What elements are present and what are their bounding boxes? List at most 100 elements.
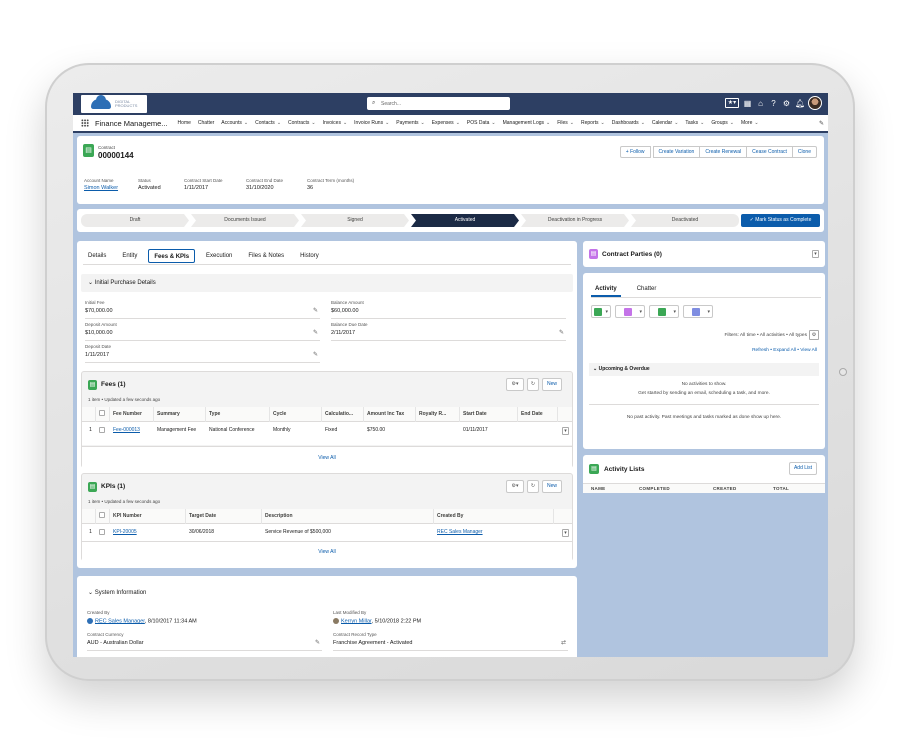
column-header[interactable]: Royalty R... [416,406,460,422]
notifications-icon[interactable]: 🔔︎ [795,99,805,108]
tab-fees-kpis[interactable]: Fees & KPIs [148,249,196,263]
nav-item-expenses[interactable]: Expenses ⌄ [432,120,460,126]
row-actions-dropdown[interactable]: ▾ [562,426,569,435]
edit-pencil-icon[interactable]: ✎ [313,351,318,358]
column-header[interactable]: Calculatio... [322,406,364,422]
edit-nav-icon[interactable]: ✎ [819,120,824,127]
record-link[interactable]: REC Sales Manager [434,525,554,540]
log-call-button[interactable]: ▾ [649,305,679,318]
column-header[interactable]: Start Date [460,406,518,422]
apps-icon[interactable]: ▦ [743,99,752,108]
column-header[interactable]: Amount Inc Tax [364,406,416,422]
record-action-button[interactable]: Create Renewal [699,146,748,158]
edit-pencil-icon[interactable]: ✎ [313,307,318,314]
nav-item-dashboards[interactable]: Dashboards ⌄ [612,120,645,126]
path-stage-signed[interactable]: Signed [301,214,409,227]
nav-item-pos-data[interactable]: POS Data ⌄ [467,120,496,126]
column-header[interactable]: End Date [518,406,558,422]
select-all-checkbox[interactable] [99,410,105,417]
setup-icon[interactable]: ⚙ [782,99,791,108]
edit-pencil-icon[interactable]: ✎ [313,329,318,336]
tab-details[interactable]: Details [83,249,111,264]
email-button[interactable]: ▾ [683,305,713,318]
list-settings-icon[interactable]: ⚙▾ [506,480,524,493]
refresh-link[interactable]: Refresh [752,348,769,353]
record-action-button[interactable]: Clone [791,146,817,158]
new-event-button[interactable]: ▾ [615,305,645,318]
nav-item-contacts[interactable]: Contacts ⌄ [255,120,281,126]
column-header[interactable]: Target Date [186,508,262,524]
modified-by-user-link[interactable]: Kerryn Millar [341,618,372,624]
record-action-button[interactable]: Create Variation [652,146,701,158]
new-kpi-button[interactable]: New [542,480,562,493]
path-stage-draft[interactable]: Draft [81,214,189,227]
tab-entity[interactable]: Entity [117,249,142,264]
company-logo[interactable]: DIGITAL PRODUCTS [81,95,147,113]
path-stage-documents-issued[interactable]: Documents Issued [191,214,299,227]
row-actions-dropdown[interactable]: ▾ [562,528,569,537]
record-action-button[interactable]: Cease Contract [746,146,793,158]
favorites-icon[interactable]: ★▾ [725,98,739,108]
edit-pencil-icon[interactable]: ✎ [315,639,320,646]
nav-item-more[interactable]: More ⌄ [741,120,759,126]
select-all-checkbox[interactable] [99,512,105,519]
row-checkbox[interactable] [99,426,105,433]
new-task-button[interactable]: ▾ [591,305,611,318]
help-icon[interactable]: ? [769,99,778,108]
column-header[interactable]: Type [206,406,270,422]
nav-item-tasks[interactable]: Tasks ⌄ [685,120,704,126]
tab-execution[interactable]: Execution [201,249,237,264]
created-by-user-link[interactable]: REC Sales Manager [95,618,145,624]
nav-item-chatter[interactable]: Chatter [198,120,214,126]
row-checkbox[interactable] [99,528,105,535]
column-header[interactable]: Cycle [270,406,322,422]
initial-purchase-section-header[interactable]: ⌄ Initial Purchase Details [81,274,573,292]
nav-item-groups[interactable]: Groups ⌄ [711,120,734,126]
upcoming-overdue-header[interactable]: ⌄ Upcoming & Overdue [589,363,819,376]
edit-pencil-icon[interactable]: ✎ [559,329,564,336]
path-stage-activated[interactable]: Activated [411,214,519,227]
nav-item-contracts[interactable]: Contracts ⌄ [288,120,316,126]
account-name-link[interactable]: Simon Walker [84,185,118,191]
global-search-input[interactable]: ⌕ Search... [367,97,510,110]
fees-view-all-link[interactable]: View All [82,446,572,468]
mark-status-complete-button[interactable]: ✓ Mark Status as Complete [741,214,820,227]
column-header[interactable]: Summary [154,406,206,422]
record-link[interactable]: Fee-000013 [110,423,154,438]
column-header[interactable]: KPI Number [110,508,186,524]
record-link[interactable]: KPI-20005 [110,525,186,540]
tab-history[interactable]: History [295,249,324,264]
tab-files-notes[interactable]: Files & Notes [243,249,289,264]
expand-all-link[interactable]: Expand All [773,348,796,353]
nav-item-home[interactable]: Home [178,120,191,126]
nav-item-calendar[interactable]: Calendar ⌄ [652,120,679,126]
avatar[interactable] [808,96,822,110]
tab-chatter[interactable]: Chatter [633,283,661,297]
kpis-view-all-link[interactable]: View All [82,541,572,561]
nav-item-invoice-runs[interactable]: Invoice Runs ⌄ [354,120,389,126]
change-record-type-icon[interactable]: ⇄ [561,639,566,646]
record-action-button[interactable]: + Follow [619,146,651,158]
system-information-header[interactable]: ⌄ System Information [81,584,573,602]
nav-item-invoices[interactable]: Invoices ⌄ [323,120,348,126]
filter-settings-icon[interactable]: ⚙ [809,330,819,340]
nav-item-payments[interactable]: Payments ⌄ [396,120,424,126]
column-header[interactable]: Created By [434,508,554,524]
column-header[interactable]: Fee Number [110,406,154,422]
nav-item-files[interactable]: Files ⌄ [557,120,574,126]
nav-item-accounts[interactable]: Accounts ⌄ [221,120,248,126]
new-fee-button[interactable]: New [542,378,562,391]
list-settings-icon[interactable]: ⚙▾ [506,378,524,391]
column-header[interactable]: Description [262,508,434,524]
nav-item-reports[interactable]: Reports ⌄ [581,120,605,126]
view-all-link[interactable]: View All [800,348,817,353]
path-stage-deactivation-in-progress[interactable]: Deactivation in Progress [521,214,629,227]
nav-item-management-logs[interactable]: Management Logs ⌄ [503,120,551,126]
home-icon[interactable]: ⌂ [756,99,765,108]
add-list-button[interactable]: Add List [789,462,817,475]
refresh-icon[interactable]: ↻ [527,480,539,493]
refresh-icon[interactable]: ↻ [527,378,539,391]
path-stage-deactivated[interactable]: Deactivated [631,214,739,227]
tab-activity[interactable]: Activity [591,283,621,297]
chevron-down-icon[interactable]: ▾ [812,250,819,258]
